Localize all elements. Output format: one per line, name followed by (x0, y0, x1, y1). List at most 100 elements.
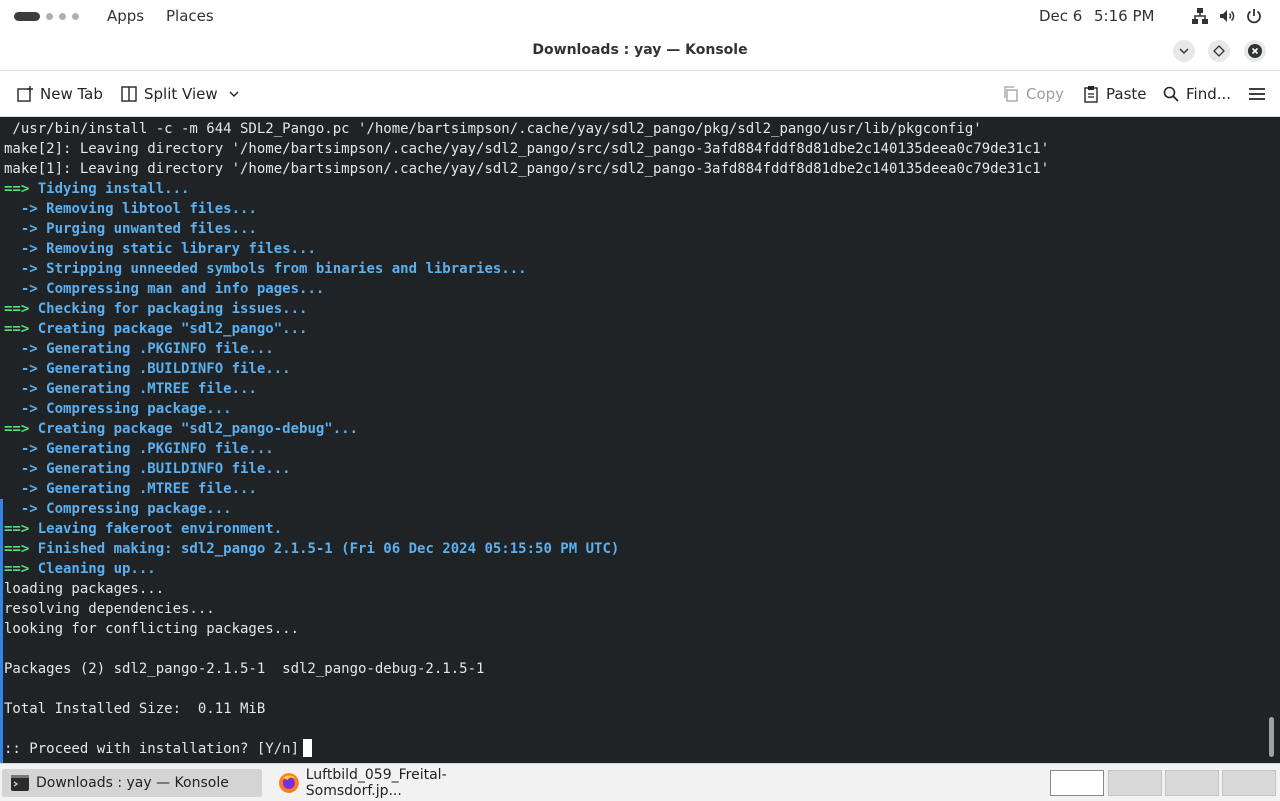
terminal-line-text: Compressing package... (46, 401, 232, 417)
terminal-line-prefix: ==> (4, 421, 38, 437)
terminal-line-text: :: Proceed with installation? [Y/n] (4, 741, 300, 757)
terminal-line: -> Generating .MTREE file... (4, 479, 1049, 499)
task-firefox[interactable]: Luftbild_059_Freital-Somsdorf.jp... (270, 767, 540, 799)
terminal-line: resolving dependencies... (4, 599, 1049, 619)
window-title: Downloads : yay — Konsole (532, 42, 748, 58)
terminal-line: -> Purging unwanted files... (4, 219, 1049, 239)
power-icon[interactable] (1245, 7, 1263, 25)
clock-time[interactable]: 5:16 PM (1094, 7, 1154, 25)
terminal-line-prefix: -> (4, 381, 47, 397)
terminal-line: ==> Checking for packaging issues... (4, 299, 1049, 319)
terminal-line-text: Stripping unneeded symbols from binaries… (46, 261, 527, 277)
terminal-line: Packages (2) sdl2_pango-2.1.5-1 sdl2_pan… (4, 659, 1049, 679)
copy-button[interactable]: Copy (1002, 83, 1064, 105)
terminal-line-prefix: -> (4, 341, 47, 357)
task-konsole[interactable]: Downloads : yay — Konsole (2, 769, 262, 797)
workspace-3[interactable] (1165, 770, 1219, 796)
terminal-line-text: loading packages... (4, 581, 165, 597)
terminal-line-text: Generating .BUILDINFO file... (46, 461, 291, 477)
terminal-line-prefix: -> (4, 261, 47, 277)
terminal-line-prefix: ==> (4, 301, 38, 317)
split-view-button[interactable]: Split View (120, 83, 246, 105)
network-icon[interactable] (1191, 7, 1209, 25)
terminal-line-text: Compressing man and info pages... (46, 281, 325, 297)
terminal-line-prefix: -> (4, 461, 47, 477)
workspace-2[interactable] (1108, 770, 1162, 796)
bottom-taskbar: Downloads : yay — Konsole Luftbild_059_F… (0, 763, 1280, 801)
paste-button[interactable]: Paste (1082, 83, 1147, 105)
terminal-line: ==> Cleaning up... (4, 559, 1049, 579)
places-menu[interactable]: Places (166, 7, 214, 25)
terminal-line-prefix: ==> (4, 521, 38, 537)
terminal-line-prefix: ==> (4, 181, 38, 197)
terminal-line: make[1]: Leaving directory '/home/bartsi… (4, 159, 1049, 179)
terminal-line: -> Compressing package... (4, 499, 1049, 519)
close-button[interactable] (1244, 40, 1266, 62)
hamburger-menu-button[interactable] (1248, 83, 1272, 105)
terminal-line-text: Tidying install... (37, 181, 190, 197)
terminal-line: ==> Creating package "sdl2_pango"... (4, 319, 1049, 339)
workspace-dot-icon (59, 12, 66, 20)
maximize-button[interactable] (1208, 40, 1230, 62)
terminal-line: ==> Finished making: sdl2_pango 2.1.5-1 … (4, 539, 1049, 559)
chevron-down-icon (229, 91, 239, 97)
paste-icon (1084, 86, 1098, 103)
terminal-line: -> Generating .BUILDINFO file... (4, 359, 1049, 379)
terminal-output[interactable]: /usr/bin/install -c -m 644 SDL2_Pango.pc… (4, 119, 1049, 759)
terminal-line: Total Installed Size: 0.11 MiB (4, 699, 1049, 719)
terminal-line-prefix: ==> (4, 561, 38, 577)
workspace-indicator[interactable] (14, 10, 79, 22)
terminal-line-text: looking for conflicting packages... (4, 621, 300, 637)
terminal-line-text: Generating .MTREE file... (46, 381, 257, 397)
terminal-line: ==> Creating package "sdl2_pango-debug".… (4, 419, 1049, 439)
apps-menu[interactable]: Apps (107, 7, 144, 25)
new-tab-button[interactable]: New Tab (16, 83, 103, 105)
split-view-icon (121, 86, 137, 102)
workspace-4[interactable] (1222, 770, 1276, 796)
terminal-line-prefix: ==> (4, 541, 38, 557)
terminal-line-text: Removing libtool files... (46, 201, 257, 217)
terminal-line-prefix: -> (4, 441, 47, 457)
terminal-line-prefix: ==> (4, 321, 38, 337)
terminal-scrollbar[interactable] (1269, 717, 1274, 757)
terminal-view[interactable]: /usr/bin/install -c -m 644 SDL2_Pango.pc… (0, 117, 1280, 763)
copy-label: Copy (1026, 85, 1065, 103)
terminal-line-text: Generating .MTREE file... (46, 481, 257, 497)
firefox-icon (278, 773, 299, 793)
terminal-line-text: Purging unwanted files... (46, 221, 257, 237)
terminal-line-text: Generating .PKGINFO file... (46, 341, 274, 357)
terminal-line-text: Creating package "sdl2_pango"... (37, 321, 308, 337)
workspace-dot-icon (72, 12, 79, 20)
clock-date[interactable]: Dec 6 (1039, 7, 1082, 25)
minimize-button[interactable] (1173, 40, 1195, 62)
terminal-focus-accent (0, 499, 3, 763)
terminal-line-prefix: -> (4, 281, 47, 297)
terminal-line: -> Removing static library files... (4, 239, 1049, 259)
top-panel: Apps Places Dec 6 5:16 PM (0, 0, 1280, 32)
terminal-line-text: Finished making: sdl2_pango 2.1.5-1 (Fri… (37, 541, 620, 557)
terminal-line-text: Generating .BUILDINFO file... (46, 361, 291, 377)
terminal-line-text: Checking for packaging issues... (37, 301, 308, 317)
workspace-dot-icon (46, 12, 53, 20)
diamond-icon (1213, 45, 1225, 57)
find-label: Find... (1186, 85, 1232, 103)
workspace-1[interactable] (1050, 770, 1104, 796)
volume-icon[interactable] (1218, 7, 1236, 25)
terminal-line-text: Total Installed Size: 0.11 MiB (4, 701, 266, 717)
terminal-line-text: Packages (2) sdl2_pango-2.1.5-1 sdl2_pan… (4, 661, 485, 677)
terminal-line-prefix: -> (4, 501, 47, 517)
terminal-line-prefix: -> (4, 201, 47, 217)
terminal-line-prefix: -> (4, 481, 47, 497)
task-label: Downloads : yay — Konsole (36, 775, 229, 791)
terminal-line-text: Removing static library files... (46, 241, 316, 257)
find-button[interactable]: Find... (1162, 83, 1231, 105)
new-tab-icon (17, 86, 33, 102)
terminal-line: /usr/bin/install -c -m 644 SDL2_Pango.pc… (4, 119, 1049, 139)
terminal-line: -> Compressing man and info pages... (4, 279, 1049, 299)
window-titlebar[interactable]: Downloads : yay — Konsole (0, 32, 1280, 71)
chevron-down-icon (1179, 48, 1189, 55)
terminal-line-text: Cleaning up... (37, 561, 156, 577)
terminal-line-prefix: -> (4, 361, 47, 377)
terminal-line-text: make[1]: Leaving directory '/home/bartsi… (4, 161, 1050, 177)
